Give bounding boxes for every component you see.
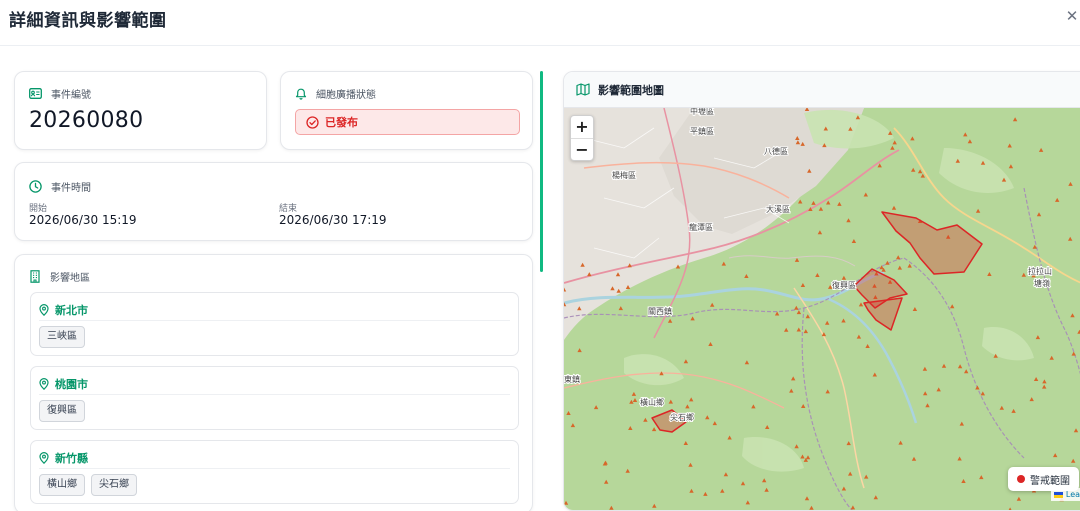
map-place-label: 塘嶺 — [1034, 278, 1050, 288]
legend-label: 警戒範圍 — [1030, 475, 1070, 487]
event-time-label-row: 事件時間 — [29, 179, 91, 194]
event-id-label-row: 事件編號 — [29, 86, 91, 101]
region-divider — [39, 320, 510, 321]
affected-areas-label-row: 影響地區 — [29, 269, 90, 284]
district-tags: 三峽區 — [39, 326, 85, 348]
scrollbar[interactable] — [540, 71, 543, 272]
region-name: 新北市 — [55, 304, 88, 317]
id-card-icon — [29, 88, 42, 99]
building-icon — [30, 270, 40, 283]
map-icon — [576, 83, 590, 96]
map-title: 影響範圍地圖 — [598, 83, 664, 97]
map-place-label: 東鎮 — [564, 374, 580, 384]
map-place-label: 龍潭區 — [689, 222, 713, 232]
impact-map-card: 影響範圍地圖 中壢區 平鎮區 八德區 楊梅區 大溪區 龍潭區 復興區 關西鎮 東… — [563, 71, 1080, 511]
start-value: 2026/06/30 15:19 — [29, 213, 137, 227]
location-pin-icon — [39, 304, 49, 316]
check-circle-icon — [306, 115, 319, 129]
region-name: 桃園市 — [55, 378, 88, 391]
map-place-label: 復興區 — [832, 280, 856, 290]
dialog-header: 詳細資訊與影響範圍 ✕ — [0, 0, 1080, 46]
status-badge: 已發布 — [295, 109, 520, 135]
map-place-label: 尖石鄉 — [670, 412, 694, 422]
map-place-label: 楊梅區 — [612, 170, 636, 180]
map-attribution[interactable]: Leafle — [1050, 488, 1080, 501]
map-place-label: 大溪區 — [766, 204, 790, 214]
map-place-label: 八德區 — [764, 146, 788, 156]
dialog-title: 詳細資訊與影響範圍 — [9, 11, 167, 31]
status-badge-text: 已發布 — [325, 116, 358, 129]
attribution-text: Leafle — [1065, 490, 1080, 499]
region-divider — [39, 468, 510, 469]
region-name-row: 桃園市 — [39, 376, 88, 392]
region-card-taoyuan: 桃園市 復興區 — [30, 366, 519, 430]
bell-icon — [295, 88, 307, 100]
event-id-label: 事件編號 — [51, 90, 91, 101]
district-tags: 橫山鄉 尖石鄉 — [39, 474, 137, 496]
map-place-label: 平鎮區 — [690, 126, 714, 136]
flag-icon — [1053, 491, 1063, 498]
region-card-new-taipei: 新北市 三峽區 — [30, 292, 519, 356]
event-time-label: 事件時間 — [51, 183, 91, 194]
region-name-row: 新竹縣 — [39, 450, 88, 466]
location-pin-icon — [39, 378, 49, 390]
map-place-label: 關西鎮 — [648, 306, 672, 316]
event-id-card: 事件編號 20260080 — [14, 71, 267, 150]
map-canvas[interactable]: 中壢區平鎮區八德區楊梅區大溪區龍潭區復興區關西鎮東鎮橫山鄉尖石鄉 拉拉山塘嶺 — [564, 108, 1080, 511]
broadcast-status-label: 細胞廣播狀態 — [316, 90, 376, 101]
map-place-label: 中壢區 — [690, 108, 714, 116]
region-divider — [39, 394, 510, 395]
district-tag: 三峽區 — [39, 326, 85, 348]
clock-icon — [29, 180, 42, 193]
end-value: 2026/06/30 17:19 — [279, 213, 387, 227]
district-tag: 尖石鄉 — [91, 474, 137, 496]
map-header: 影響範圍地圖 — [564, 72, 1080, 108]
location-pin-icon — [39, 452, 49, 464]
broadcast-status-label-row: 細胞廣播狀態 — [295, 86, 376, 101]
map-place-label: 橫山鄉 — [640, 397, 664, 407]
event-time-card: 事件時間 開始 2026/06/30 15:19 結束 2026/06/30 1… — [14, 162, 533, 241]
district-tag: 橫山鄉 — [39, 474, 85, 496]
zoom-control: + − — [570, 115, 594, 161]
region-card-hsinchu-county: 新竹縣 橫山鄉 尖石鄉 — [30, 440, 519, 504]
district-tags: 復興區 — [39, 400, 85, 422]
zoom-in-button[interactable]: + — [571, 116, 593, 138]
close-icon[interactable]: ✕ — [1064, 6, 1080, 26]
region-name-row: 新北市 — [39, 302, 88, 318]
affected-areas-label: 影響地區 — [50, 273, 90, 284]
broadcast-status-card: 細胞廣播狀態 已發布 — [280, 71, 533, 150]
affected-areas-card: 影響地區 新北市 三峽區 桃園市 復興區 新竹縣 橫山鄉 尖石鄉 — [14, 254, 533, 511]
event-id-value: 20260080 — [29, 108, 144, 133]
zoom-out-button[interactable]: − — [571, 138, 593, 160]
region-name: 新竹縣 — [55, 452, 88, 465]
legend-dot — [1017, 475, 1025, 483]
map-place-label: 拉拉山 — [1028, 266, 1052, 276]
district-tag: 復興區 — [39, 400, 85, 422]
